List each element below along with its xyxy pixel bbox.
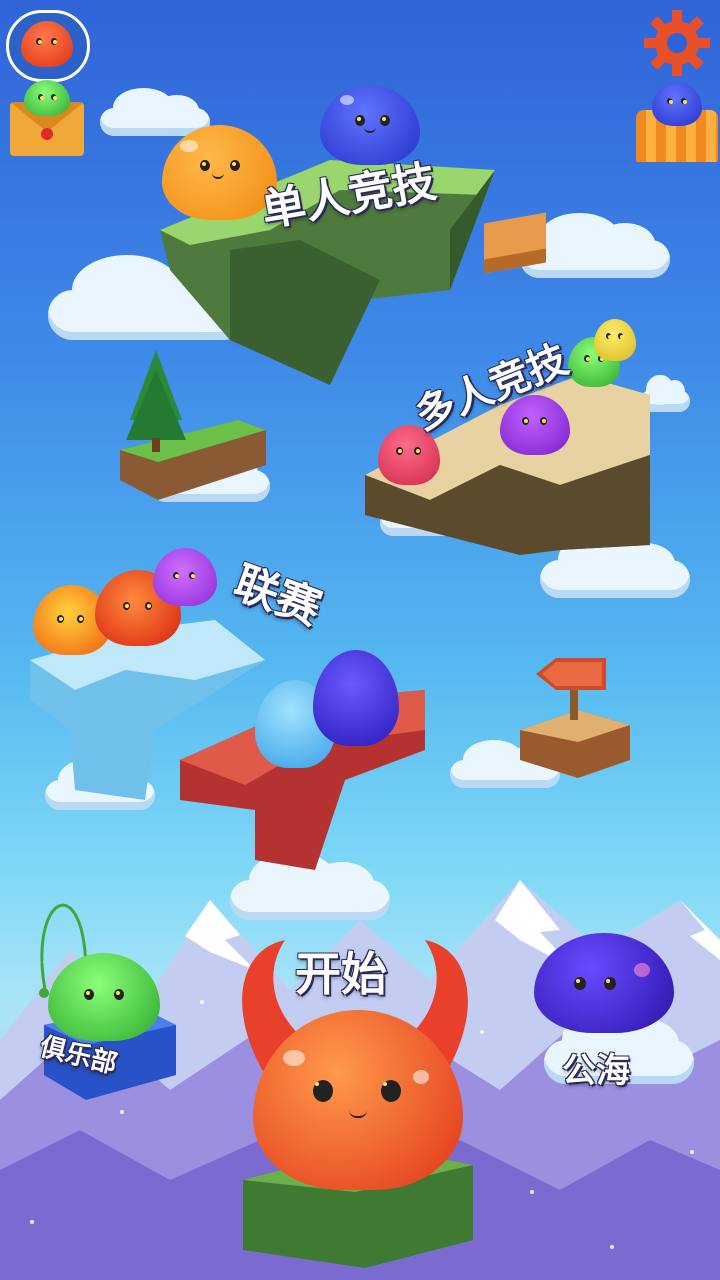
signpost-button[interactable] (518, 650, 633, 780)
green-slime-mail (24, 80, 70, 116)
purple-ghost-slime (534, 933, 674, 1033)
open-sea-button[interactable]: 公海 (530, 905, 710, 1095)
shop-button[interactable] (636, 80, 718, 162)
red-slime-avatar-icon (21, 21, 73, 67)
cloud (540, 533, 690, 598)
league-button[interactable]: 联赛 (15, 530, 445, 880)
mail-button[interactable] (10, 80, 84, 158)
gear-icon (644, 10, 710, 76)
open-sea-label: 公海 (562, 1051, 630, 1091)
tree-island (118, 350, 268, 510)
settings-button[interactable] (642, 8, 712, 78)
arrow-signpost-icon (520, 658, 630, 778)
start-label: 开始 (295, 947, 387, 1001)
cloud (230, 852, 390, 920)
game-menu-screen: 单人竞技 多人竞技 联赛 俱乐部 开始 公海 (0, 0, 720, 1280)
player-avatar-button[interactable] (6, 10, 90, 82)
club-button[interactable]: 俱乐部 (26, 875, 186, 1105)
yellow-slime-small (594, 319, 636, 361)
multi-arena-button[interactable]: 多人竞技 (360, 315, 660, 560)
start-button[interactable]: 开始 (225, 930, 485, 1270)
blue-slime-shop (652, 82, 702, 126)
